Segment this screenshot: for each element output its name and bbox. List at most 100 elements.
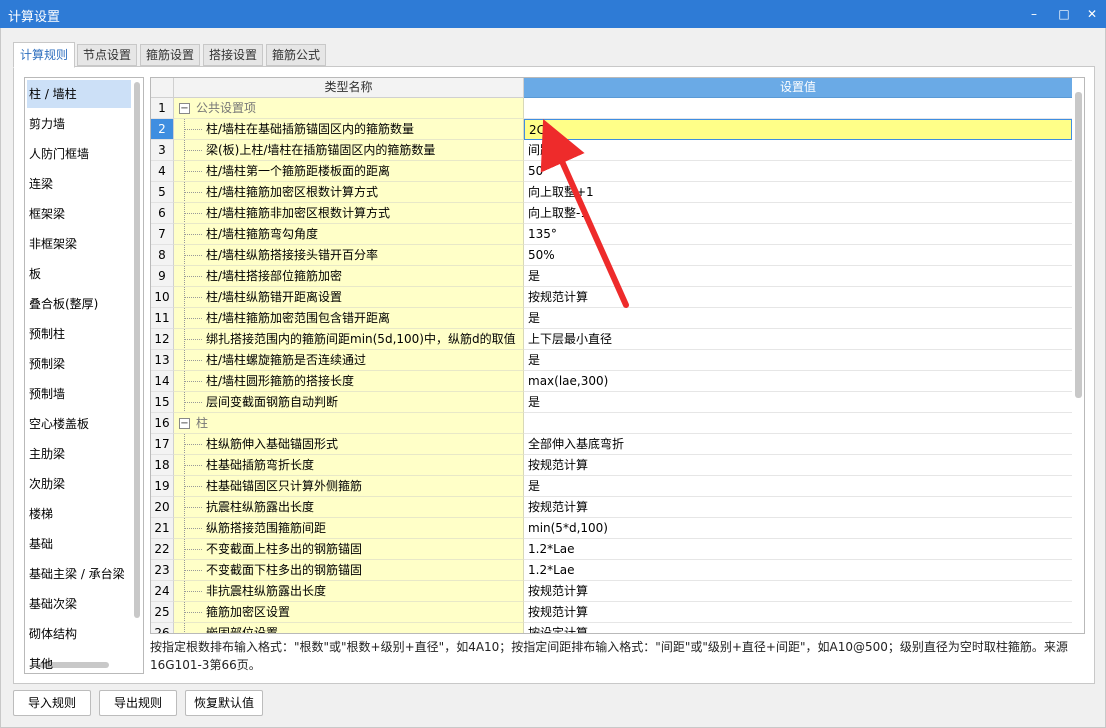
tab-stirrup-settings[interactable]: 箍筋设置	[140, 44, 200, 66]
sidebar-item[interactable]: 预制柱	[27, 320, 131, 348]
setting-value-cell[interactable]: 50%	[524, 245, 1072, 266]
setting-value-cell[interactable]: 是	[524, 350, 1072, 371]
setting-value-cell[interactable]: 2C8	[524, 119, 1072, 140]
setting-value-cell[interactable]: 按规范计算	[524, 497, 1072, 518]
table-row[interactable]: 7 柱/墙柱箍筋弯勾角度 135°	[151, 224, 1072, 245]
table-row[interactable]: 21 纵筋搭接范围箍筋间距 min(5*d,100)	[151, 518, 1072, 539]
setting-value-cell[interactable]: 按规范计算	[524, 602, 1072, 623]
row-number: 6	[151, 203, 174, 224]
setting-value-cell[interactable]: 按规范计算	[524, 581, 1072, 602]
sidebar-item[interactable]: 砌体结构	[27, 620, 131, 648]
list-scroll-thumb[interactable]	[134, 82, 140, 618]
maximize-button[interactable]: □	[1052, 4, 1076, 24]
restore-defaults-button[interactable]: 恢复默认值	[185, 690, 263, 716]
setting-value-cell[interactable]: 是	[524, 392, 1072, 413]
setting-value-cell[interactable]: min(5*d,100)	[524, 518, 1072, 539]
setting-value-cell[interactable]: 按设定计算	[524, 623, 1072, 633]
table-row[interactable]: 18 柱基础插筋弯折长度 按规范计算	[151, 455, 1072, 476]
tree-branch	[184, 570, 202, 571]
tree-branch	[184, 444, 202, 445]
table-row[interactable]: 14 柱/墙柱圆形箍筋的搭接长度 max(lae,300)	[151, 371, 1072, 392]
setting-value-cell[interactable]: 全部伸入基底弯折	[524, 434, 1072, 455]
tree-branch	[184, 276, 202, 277]
tree-branch	[184, 360, 202, 361]
tree-branch	[184, 465, 202, 466]
setting-value-cell[interactable]: 上下层最小直径	[524, 329, 1072, 350]
table-row[interactable]: 3 梁(板)上柱/墙柱在插筋锚固区内的箍筋数量 间距500	[151, 140, 1072, 161]
table-row[interactable]: 8 柱/墙柱纵筋搭接接头错开百分率 50%	[151, 245, 1072, 266]
table-row[interactable]: 15 层间变截面钢筋自动判断 是	[151, 392, 1072, 413]
setting-value-cell[interactable]: 是	[524, 476, 1072, 497]
tree-branch	[184, 591, 202, 592]
sidebar-item[interactable]: 板	[27, 260, 131, 288]
sidebar-item[interactable]: 基础主梁 / 承台梁	[27, 560, 131, 588]
setting-value-cell[interactable]: 向上取整-1	[524, 203, 1072, 224]
table-row[interactable]: 2 柱/墙柱在基础插筋锚固区内的箍筋数量 2C8	[151, 119, 1072, 140]
sidebar-item[interactable]: 基础	[27, 530, 131, 558]
table-row[interactable]: 10 柱/墙柱纵筋错开距离设置 按规范计算	[151, 287, 1072, 308]
sidebar-item[interactable]: 预制墙	[27, 380, 131, 408]
table-row[interactable]: 1− 公共设置项	[151, 98, 1072, 119]
table-row[interactable]: 13 柱/墙柱螺旋箍筋是否连续通过 是	[151, 350, 1072, 371]
table-row[interactable]: 16− 柱	[151, 413, 1072, 434]
sidebar-item[interactable]: 连梁	[27, 170, 131, 198]
sidebar-item[interactable]: 其他	[27, 650, 131, 673]
sidebar-item[interactable]: 次肋梁	[27, 470, 131, 498]
setting-value-cell[interactable]: 按规范计算	[524, 455, 1072, 476]
setting-value-cell[interactable]: 是	[524, 308, 1072, 329]
setting-value-cell[interactable]: 1.2*Lae	[524, 539, 1072, 560]
collapse-icon[interactable]: −	[179, 103, 190, 114]
export-rules-button[interactable]: 导出规则	[99, 690, 177, 716]
grid-scroll-thumb[interactable]	[1075, 92, 1082, 398]
table-row[interactable]: 23 不变截面下柱多出的钢筋锚固 1.2*Lae	[151, 560, 1072, 581]
setting-value-cell[interactable]: 按规范计算	[524, 287, 1072, 308]
sidebar-item[interactable]: 柱 / 墙柱	[27, 80, 131, 108]
table-row[interactable]: 20 抗震柱纵筋露出长度 按规范计算	[151, 497, 1072, 518]
table-row[interactable]: 9 柱/墙柱搭接部位箍筋加密 是	[151, 266, 1072, 287]
sidebar-item[interactable]: 非框架梁	[27, 230, 131, 258]
table-row[interactable]: 22 不变截面上柱多出的钢筋锚固 1.2*Lae	[151, 539, 1072, 560]
setting-value-cell[interactable]: 1.2*Lae	[524, 560, 1072, 581]
setting-value-cell[interactable]: max(lae,300)	[524, 371, 1072, 392]
table-row[interactable]: 4 柱/墙柱第一个箍筋距楼板面的距离 50	[151, 161, 1072, 182]
setting-value-cell[interactable]: 向上取整+1	[524, 182, 1072, 203]
list-scrollbar[interactable]	[133, 80, 141, 658]
setting-value-cell	[524, 413, 1072, 434]
tab-stirrup-formula[interactable]: 箍筋公式	[266, 44, 326, 66]
sidebar-item[interactable]: 空心楼盖板	[27, 410, 131, 438]
setting-value-cell[interactable]: 50	[524, 161, 1072, 182]
tab-node-settings[interactable]: 节点设置	[77, 44, 137, 66]
sidebar-item[interactable]: 框架梁	[27, 200, 131, 228]
close-button[interactable]: ✕	[1080, 4, 1104, 24]
import-rules-button[interactable]: 导入规则	[13, 690, 91, 716]
table-row[interactable]: 26 嵌固部位设置 按设定计算	[151, 623, 1072, 633]
sidebar-item[interactable]: 人防门框墙	[27, 140, 131, 168]
table-row[interactable]: 17 柱纵筋伸入基础锚固形式 全部伸入基底弯折	[151, 434, 1072, 455]
table-row[interactable]: 25 箍筋加密区设置 按规范计算	[151, 602, 1072, 623]
table-row[interactable]: 19 柱基础锚固区只计算外侧箍筋 是	[151, 476, 1072, 497]
tab-lap-settings[interactable]: 搭接设置	[203, 44, 263, 66]
setting-value-cell[interactable]: 间距500	[524, 140, 1072, 161]
setting-value-cell[interactable]: 是	[524, 266, 1072, 287]
setting-value-cell[interactable]: 135°	[524, 224, 1072, 245]
row-number: 16	[151, 413, 174, 434]
sidebar-item[interactable]: 叠合板(整厚)	[27, 290, 131, 318]
collapse-icon[interactable]: −	[179, 418, 190, 429]
tree-branch	[184, 213, 202, 214]
sidebar-item[interactable]: 楼梯	[27, 500, 131, 528]
table-row[interactable]: 6 柱/墙柱箍筋非加密区根数计算方式 向上取整-1	[151, 203, 1072, 224]
table-row[interactable]: 5 柱/墙柱箍筋加密区根数计算方式 向上取整+1	[151, 182, 1072, 203]
type-name-cell: 箍筋加密区设置	[174, 602, 524, 623]
table-row[interactable]: 11 柱/墙柱箍筋加密范围包含错开距离 是	[151, 308, 1072, 329]
sidebar-item[interactable]: 基础次梁	[27, 590, 131, 618]
grid-scrollbar[interactable]	[1072, 78, 1084, 633]
type-name-cell: 柱/墙柱箍筋弯勾角度	[174, 224, 524, 245]
tab-calc-rules[interactable]: 计算规则	[13, 42, 75, 68]
minimize-button[interactable]: –	[1022, 4, 1046, 24]
table-row[interactable]: 12 绑扎搭接范围内的箍筋间距min(5d,100)中，纵筋d的取值 上下层最小直径	[151, 329, 1072, 350]
setting-name: 柱/墙柱螺旋箍筋是否连续通过	[206, 353, 367, 367]
sidebar-item[interactable]: 剪力墙	[27, 110, 131, 138]
sidebar-item[interactable]: 预制梁	[27, 350, 131, 378]
table-row[interactable]: 24 非抗震柱纵筋露出长度 按规范计算	[151, 581, 1072, 602]
sidebar-item[interactable]: 主肋梁	[27, 440, 131, 468]
